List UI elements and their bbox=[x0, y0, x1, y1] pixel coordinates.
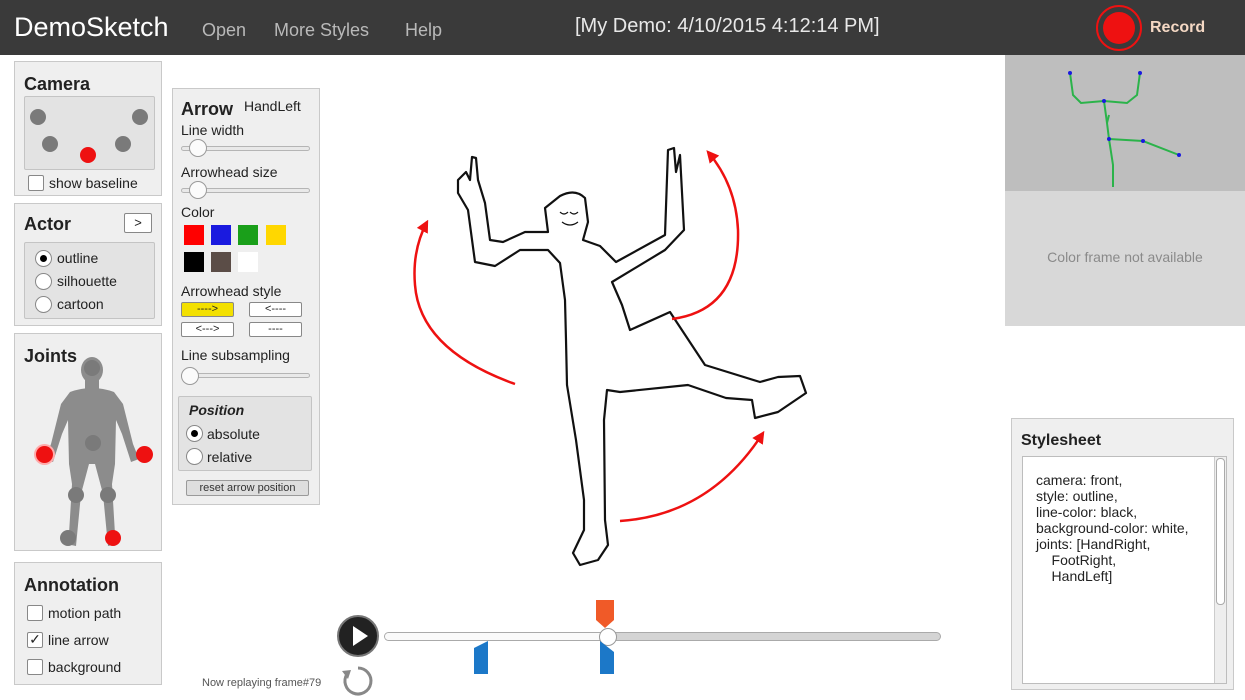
timeline-progress bbox=[385, 633, 607, 640]
record-button[interactable] bbox=[1096, 5, 1142, 51]
stylesheet-line: FootRight, bbox=[1036, 552, 1117, 568]
keyframe-marker-start[interactable] bbox=[472, 640, 492, 674]
stylesheet-line: background-color: white, bbox=[1036, 520, 1189, 536]
skeleton-preview bbox=[1005, 55, 1245, 191]
stylesheet-line: style: outline, bbox=[1036, 488, 1118, 504]
stylesheet-line: line-color: black, bbox=[1036, 504, 1138, 520]
replay-status: Now replaying frame#79 bbox=[202, 677, 322, 689]
playhead-marker[interactable] bbox=[594, 598, 624, 628]
record-label[interactable]: Record bbox=[1150, 19, 1205, 37]
sketch-canvas bbox=[413, 146, 808, 567]
stylesheet-line: joints: [HandRight, bbox=[1036, 536, 1151, 552]
camera-preview-panel: Color frame not available bbox=[1005, 55, 1245, 326]
stylesheet-editor[interactable]: camera: front, style: outline, line-colo… bbox=[1022, 456, 1227, 684]
timeline-track[interactable] bbox=[384, 632, 941, 641]
play-button[interactable] bbox=[337, 615, 379, 657]
stylesheet-line: camera: front, bbox=[1036, 472, 1123, 488]
record-icon bbox=[1103, 12, 1135, 44]
arrow-right-foot bbox=[619, 430, 765, 523]
stylesheet-line: HandLeft] bbox=[1036, 568, 1113, 584]
keyframe-marker-current[interactable] bbox=[598, 640, 618, 674]
actor-outline-figure bbox=[456, 146, 808, 567]
play-icon bbox=[353, 626, 368, 646]
stylesheet-scrollbar[interactable] bbox=[1214, 457, 1226, 683]
replay-icon[interactable] bbox=[341, 664, 375, 698]
stylesheet-scrollbar-thumb[interactable] bbox=[1216, 458, 1225, 605]
color-frame-unavailable: Color frame not available bbox=[1047, 249, 1203, 265]
arrow-right-hand bbox=[413, 219, 516, 386]
skeleton-icon bbox=[1068, 71, 1181, 187]
stylesheet-title: Stylesheet bbox=[1021, 432, 1102, 449]
